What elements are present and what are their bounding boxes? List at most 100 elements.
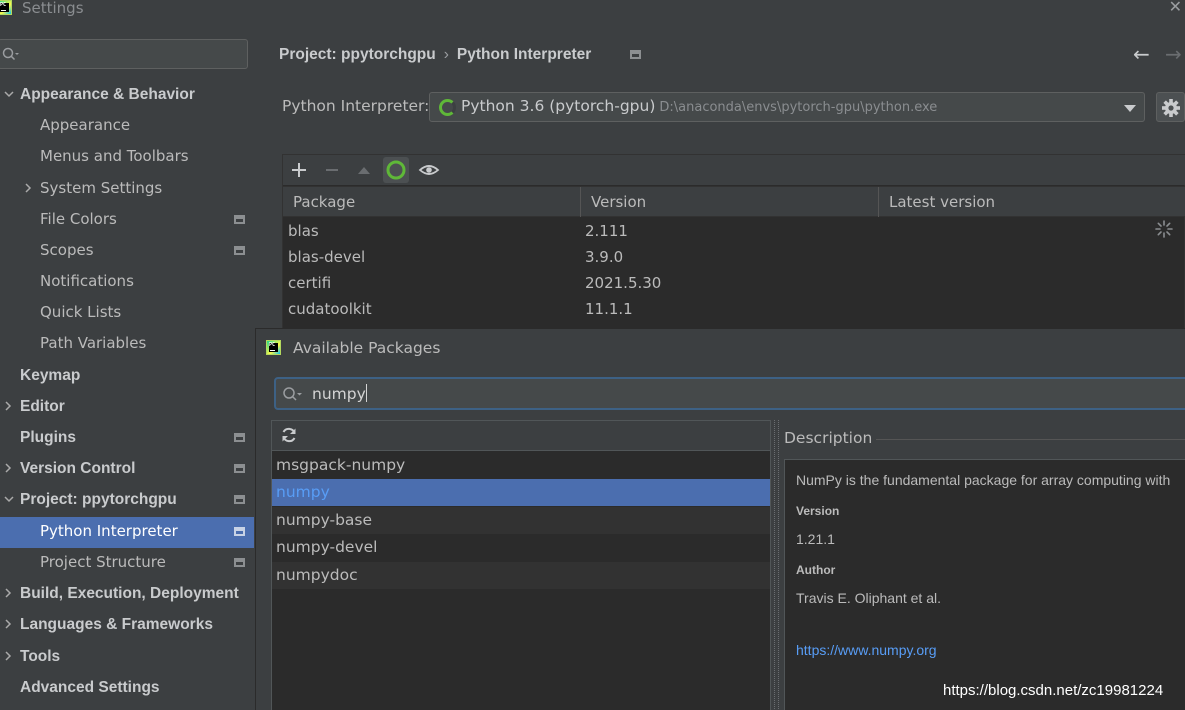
interpreter-path: D:\anaconda\envs\pytorch-gpu\python.exe bbox=[659, 100, 938, 115]
list-item[interactable]: numpydoc bbox=[272, 562, 770, 589]
chevron-right-icon bbox=[5, 463, 12, 473]
pycharm-logo-icon: PC bbox=[266, 340, 281, 355]
sidebar-item-label: Menus and Toolbars bbox=[40, 147, 189, 165]
sidebar-item-label: Version Control bbox=[20, 460, 136, 477]
sidebar-item-plugins[interactable]: Plugins bbox=[0, 423, 257, 454]
conda-icon bbox=[386, 160, 406, 180]
sidebar-item-advanced-settings[interactable]: Advanced Settings bbox=[0, 673, 257, 704]
project-level-icon bbox=[234, 464, 245, 473]
breadcrumb-project[interactable]: Project: ppytorchgpu bbox=[279, 46, 436, 63]
package-list: msgpack-numpy numpy numpy-base numpy-dev… bbox=[271, 420, 771, 710]
sidebar-item-label: Advanced Settings bbox=[20, 679, 160, 696]
available-packages-dialog: PC Available Packages numpy msgpack-nump… bbox=[255, 328, 1185, 710]
table-row[interactable]: cudatoolkit 11.1.1 bbox=[283, 296, 1185, 322]
list-item[interactable]: msgpack-numpy bbox=[272, 452, 770, 479]
column-header-version[interactable]: Version bbox=[581, 187, 879, 217]
package-list-toolbar bbox=[272, 421, 770, 451]
conda-toggle-button[interactable] bbox=[383, 157, 409, 183]
table-row[interactable]: blas-devel 3.9.0 bbox=[283, 244, 1185, 270]
package-name: certifi bbox=[288, 274, 332, 292]
project-level-icon bbox=[234, 246, 245, 255]
package-name: blas-devel bbox=[288, 248, 366, 266]
table-row[interactable]: certifi 2021.5.30 bbox=[283, 270, 1185, 296]
author-heading: Author bbox=[796, 563, 836, 577]
package-name: blas bbox=[288, 222, 319, 240]
title-bar: PC Settings ✕ bbox=[0, 0, 1185, 20]
list-item[interactable]: numpy-base bbox=[272, 507, 770, 534]
chevron-down-icon bbox=[4, 496, 14, 503]
sidebar-item-appearance[interactable]: Appearance bbox=[0, 111, 257, 142]
sidebar-item-label: Plugins bbox=[20, 429, 76, 446]
package-version: 2.111 bbox=[585, 222, 628, 240]
pane-splitter[interactable] bbox=[771, 420, 783, 710]
sidebar-item-label: Path Variables bbox=[40, 334, 147, 352]
dialog-title: Available Packages bbox=[293, 339, 441, 357]
sidebar-item-version-control[interactable]: Version Control bbox=[0, 454, 257, 485]
sidebar-item-build-execution[interactable]: Build, Execution, Deployment bbox=[0, 579, 257, 610]
sidebar-item-label: Tools bbox=[20, 648, 61, 665]
list-item[interactable]: numpy-devel bbox=[272, 534, 770, 561]
package-version: 2021.5.30 bbox=[585, 274, 662, 292]
package-name: cudatoolkit bbox=[288, 300, 372, 318]
sidebar-item-label: File Colors bbox=[40, 210, 117, 228]
refresh-icon[interactable] bbox=[279, 425, 299, 445]
sidebar-item-languages-frameworks[interactable]: Languages & Frameworks bbox=[0, 610, 257, 641]
sidebar-item-label: Scopes bbox=[40, 241, 94, 259]
install-package-button[interactable] bbox=[286, 157, 312, 183]
settings-sidebar: Appearance & Behavior Appearance Menus a… bbox=[0, 20, 257, 710]
chevron-right-icon bbox=[5, 401, 12, 411]
sidebar-item-python-interpreter[interactable]: Python Interpreter bbox=[0, 517, 254, 548]
window-title: Settings bbox=[22, 0, 84, 17]
sidebar-item-label: Project Structure bbox=[40, 553, 166, 571]
show-early-releases-button[interactable] bbox=[416, 157, 442, 183]
sidebar-item-quick-lists[interactable]: Quick Lists bbox=[0, 298, 257, 329]
sidebar-item-scopes[interactable]: Scopes bbox=[0, 236, 257, 267]
sidebar-item-menus-toolbars[interactable]: Menus and Toolbars bbox=[0, 142, 257, 173]
sidebar-item-tools[interactable]: Tools bbox=[0, 642, 257, 673]
sidebar-item-system-settings[interactable]: System Settings bbox=[0, 174, 257, 205]
sidebar-item-label: Editor bbox=[20, 398, 65, 415]
sidebar-item-file-colors[interactable]: File Colors bbox=[0, 205, 257, 236]
sidebar-item-label: Appearance & Behavior bbox=[20, 86, 195, 103]
gear-icon bbox=[1162, 99, 1180, 117]
version-heading: Version bbox=[796, 504, 840, 518]
sidebar-item-keymap[interactable]: Keymap bbox=[0, 361, 257, 392]
packages-table-header: Package Version Latest version bbox=[283, 186, 1185, 217]
sidebar-item-project[interactable]: Project: ppytorchgpu bbox=[0, 485, 257, 516]
version-value: 1.21.1 bbox=[796, 531, 835, 547]
upgrade-package-button[interactable] bbox=[351, 157, 377, 183]
description-panel: NumPy is the fundamental package for arr… bbox=[784, 459, 1185, 710]
sidebar-item-project-structure[interactable]: Project Structure bbox=[0, 548, 257, 579]
forward-arrow-icon[interactable]: → bbox=[1165, 42, 1182, 66]
uninstall-package-button[interactable] bbox=[319, 157, 345, 183]
column-header-latest[interactable]: Latest version bbox=[879, 187, 1177, 217]
interpreter-label: Python Interpreter: bbox=[282, 97, 430, 115]
interpreter-name: Python 3.6 (pytorch-gpu) bbox=[461, 97, 656, 115]
package-search-input[interactable]: numpy bbox=[274, 377, 1185, 410]
sidebar-item-label: Build, Execution, Deployment bbox=[20, 585, 239, 602]
breadcrumb-separator: › bbox=[443, 46, 449, 63]
homepage-link[interactable]: https://www.numpy.org bbox=[796, 642, 937, 658]
package-version: 3.9.0 bbox=[585, 248, 624, 266]
sidebar-item-label: Quick Lists bbox=[40, 303, 122, 321]
table-row[interactable]: blas 2.111 bbox=[283, 218, 1185, 244]
sidebar-item-label: System Settings bbox=[40, 179, 163, 197]
sidebar-item-appearance-behavior[interactable]: Appearance & Behavior bbox=[0, 80, 257, 111]
breadcrumb-page: Python Interpreter bbox=[456, 46, 592, 63]
sidebar-item-notifications[interactable]: Notifications bbox=[0, 267, 257, 298]
breadcrumb: Project: ppytorchgpu › Python Interpreter bbox=[279, 46, 591, 64]
settings-search-input[interactable] bbox=[0, 39, 248, 69]
project-level-icon bbox=[234, 527, 245, 536]
close-icon[interactable]: ✕ bbox=[1169, 0, 1182, 16]
project-level-icon bbox=[234, 215, 245, 224]
sidebar-item-path-variables[interactable]: Path Variables bbox=[0, 329, 257, 360]
list-item-selected[interactable]: numpy bbox=[272, 479, 770, 506]
sidebar-item-label: Notifications bbox=[40, 272, 134, 290]
column-header-package[interactable]: Package bbox=[283, 187, 581, 217]
chevron-right-icon bbox=[5, 651, 12, 661]
interpreter-select[interactable]: Python 3.6 (pytorch-gpu) D:\anaconda\envs… bbox=[429, 92, 1145, 122]
sidebar-item-label: Languages & Frameworks bbox=[20, 616, 213, 633]
sidebar-item-editor[interactable]: Editor bbox=[0, 392, 257, 423]
interpreter-settings-button[interactable] bbox=[1156, 92, 1185, 122]
back-arrow-icon[interactable]: ← bbox=[1133, 42, 1150, 66]
